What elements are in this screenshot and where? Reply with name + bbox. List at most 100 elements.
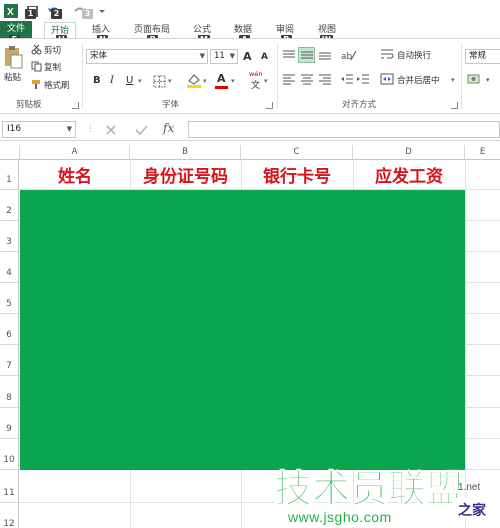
merge-center-icon[interactable]: [380, 72, 394, 86]
wrap-text-button[interactable]: 自动换行: [397, 49, 431, 61]
tab-formulas-label: 公式: [193, 25, 212, 35]
row-header-3[interactable]: 3: [0, 221, 19, 252]
top-align-icon[interactable]: [282, 48, 296, 62]
font-color-button[interactable]: A: [217, 72, 226, 85]
tab-page-layout-label: 页面布局: [134, 25, 171, 35]
alignment-group-label: 对齐方式: [342, 100, 377, 110]
column-header-c[interactable]: C: [241, 145, 353, 160]
copy-icon[interactable]: [31, 61, 42, 72]
svg-text:ab: ab: [341, 52, 353, 62]
column-header-d-label: D: [405, 147, 412, 157]
group-separator: [461, 43, 462, 109]
grow-font-button[interactable]: A: [243, 50, 252, 63]
column-header-c-label: C: [293, 147, 300, 157]
decrease-indent-icon[interactable]: [340, 72, 354, 86]
insert-function-button[interactable]: fx: [163, 121, 174, 135]
number-format-value: 常规: [469, 51, 487, 61]
align-right-icon[interactable]: [318, 72, 332, 86]
row-header-11[interactable]: 11: [0, 470, 19, 503]
clipboard-launcher-icon[interactable]: [72, 102, 79, 109]
ribbon-tabs: 文件 开始 插入 页面布局 公式 数据 审阅 视图 F H N P M A R …: [0, 20, 500, 45]
font-group-label: 字体: [162, 100, 180, 110]
wrap-text-icon[interactable]: [380, 47, 394, 61]
column-header-d[interactable]: D: [353, 145, 465, 160]
row-header-label: 8: [6, 393, 12, 403]
row-header-label: 4: [6, 268, 12, 278]
enter-icon[interactable]: [134, 123, 148, 137]
column-header-a[interactable]: A: [20, 145, 130, 160]
row-header-label: 6: [6, 330, 12, 340]
increase-indent-icon[interactable]: [356, 72, 370, 86]
shrink-font-button[interactable]: A: [261, 52, 268, 62]
column-header-e[interactable]: E: [465, 145, 500, 160]
cell-a1[interactable]: 姓名: [20, 160, 130, 190]
format-painter-button[interactable]: 格式刷: [44, 79, 70, 91]
watermark-url: www.jsgho.com: [287, 509, 392, 525]
select-all-corner[interactable]: [0, 145, 20, 160]
alignment-launcher-icon[interactable]: [451, 102, 458, 109]
scissors-icon[interactable]: [31, 44, 42, 55]
cell-c1-text: 银行卡号: [263, 167, 331, 187]
row-header-5[interactable]: 5: [0, 283, 19, 314]
merge-center-button[interactable]: 合并后居中: [397, 74, 440, 86]
format-painter-icon[interactable]: [31, 79, 42, 90]
cell-b1[interactable]: 身份证号码: [130, 160, 241, 190]
row-header-2[interactable]: 2: [0, 190, 19, 221]
column-header-b[interactable]: B: [130, 145, 241, 160]
row-header-4[interactable]: 4: [0, 252, 19, 283]
tab-view-label: 视图: [318, 25, 337, 35]
tab-insert-label: 插入: [92, 25, 111, 35]
font-name-select[interactable]: 宋体 ▼: [86, 49, 208, 64]
formula-input[interactable]: [188, 121, 500, 138]
row-header-8[interactable]: 8: [0, 376, 19, 408]
orientation-icon[interactable]: ab: [340, 47, 358, 63]
italic-button[interactable]: I: [110, 75, 114, 86]
bottom-align-icon[interactable]: [318, 48, 332, 62]
paste-button[interactable]: 粘贴: [4, 71, 21, 83]
column-header-b-label: B: [182, 147, 188, 157]
middle-align-icon[interactable]: [298, 47, 315, 63]
font-launcher-icon[interactable]: [266, 102, 273, 109]
svg-text:X: X: [7, 7, 14, 18]
cut-button[interactable]: 剪切: [44, 44, 61, 56]
row-header-label: 5: [6, 299, 12, 309]
align-left-icon[interactable]: [282, 72, 296, 86]
borders-icon[interactable]: [152, 74, 166, 88]
font-name-value: 宋体: [90, 51, 108, 61]
row-header-7[interactable]: 7: [0, 345, 19, 376]
row-header-label: 12: [3, 519, 15, 528]
paste-icon[interactable]: [3, 45, 23, 69]
row-header-12[interactable]: 12: [0, 503, 19, 528]
row-header-9[interactable]: 9: [0, 408, 19, 439]
row-header-10[interactable]: 10: [0, 439, 19, 470]
copy-button[interactable]: 复制: [44, 61, 61, 73]
watermark-corner: 之家: [458, 502, 487, 519]
chevron-down-icon: ▼: [66, 125, 72, 133]
cell-c1[interactable]: 银行卡号: [241, 160, 353, 190]
phonetic-char[interactable]: 文: [251, 78, 260, 91]
number-format-select[interactable]: 常规: [465, 49, 500, 64]
column-header-a-label: A: [71, 147, 78, 157]
underline-button[interactable]: U: [126, 75, 133, 86]
cell-d1-text: 应发工资: [375, 167, 443, 187]
font-size-value: 11: [214, 51, 225, 61]
group-separator: [82, 43, 83, 109]
align-center-icon[interactable]: [300, 72, 314, 86]
cancel-icon[interactable]: [104, 123, 118, 137]
row-header-1[interactable]: 1: [0, 160, 19, 190]
fill-color-icon[interactable]: [186, 72, 202, 89]
tab-data-label: 数据: [234, 25, 253, 35]
ribbon: 粘贴 剪切 复制 格式刷 剪贴板 宋体 ▼ 11 ▼ A A B I U ▾ ▾…: [0, 38, 500, 114]
cell-d1[interactable]: 应发工资: [353, 160, 465, 190]
keytip-3: 3: [82, 9, 93, 19]
filled-cell-range[interactable]: [20, 190, 465, 470]
bold-button[interactable]: B: [93, 75, 101, 86]
font-size-select[interactable]: 11 ▼: [210, 49, 238, 64]
customize-icon[interactable]: [94, 3, 110, 19]
phonetic-wen[interactable]: wén: [249, 70, 262, 78]
row-header-6[interactable]: 6: [0, 314, 19, 345]
name-box[interactable]: I16 ▼: [2, 121, 76, 138]
row-header-label: 7: [6, 361, 12, 371]
accounting-format-icon[interactable]: [467, 72, 483, 86]
chevron-down-icon: ▼: [199, 52, 205, 60]
